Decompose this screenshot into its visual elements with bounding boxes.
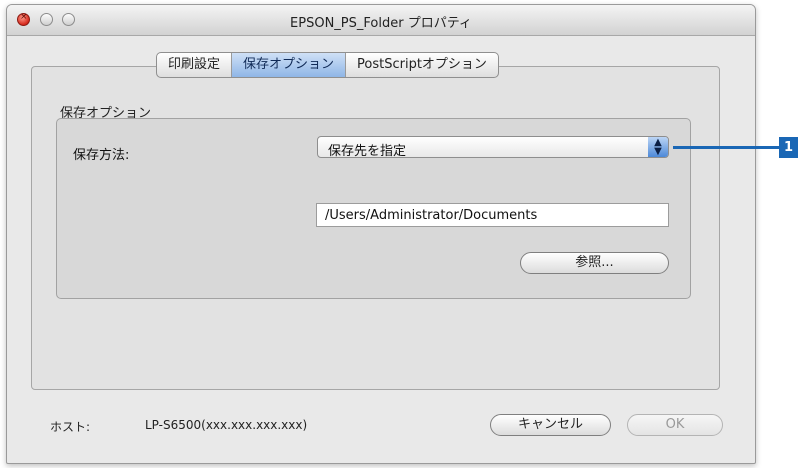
host-label: ホスト: (50, 420, 91, 434)
host-value: LP-S6500(xxx.xxx.xxx.xxx) (145, 418, 308, 432)
save-method-popup[interactable]: 保存先を指定 ▲ ▼ (317, 136, 669, 159)
browse-button[interactable]: 参照... (520, 252, 669, 274)
cancel-button[interactable]: キャンセル (490, 414, 611, 436)
ok-button[interactable]: OK (627, 414, 723, 436)
popup-arrows-icon: ▲ ▼ (648, 137, 668, 157)
tab-save-options[interactable]: 保存オプション (232, 53, 347, 77)
save-method-value: 保存先を指定 (328, 144, 407, 159)
tab-print-settings[interactable]: 印刷設定 (157, 53, 233, 77)
save-method-label: 保存方法: (73, 148, 130, 163)
title-bar: × EPSON_PS_Folder プロパティ (7, 5, 755, 36)
callout-line (673, 146, 779, 149)
callout-badge: 1 (779, 137, 798, 158)
window-title: EPSON_PS_Folder プロパティ (290, 16, 472, 31)
tab-postscript-options[interactable]: PostScriptオプション (346, 53, 498, 77)
save-path-field[interactable]: /Users/Administrator/Documents (316, 203, 669, 227)
tab-bar: 印刷設定 保存オプション PostScriptオプション (156, 52, 499, 78)
